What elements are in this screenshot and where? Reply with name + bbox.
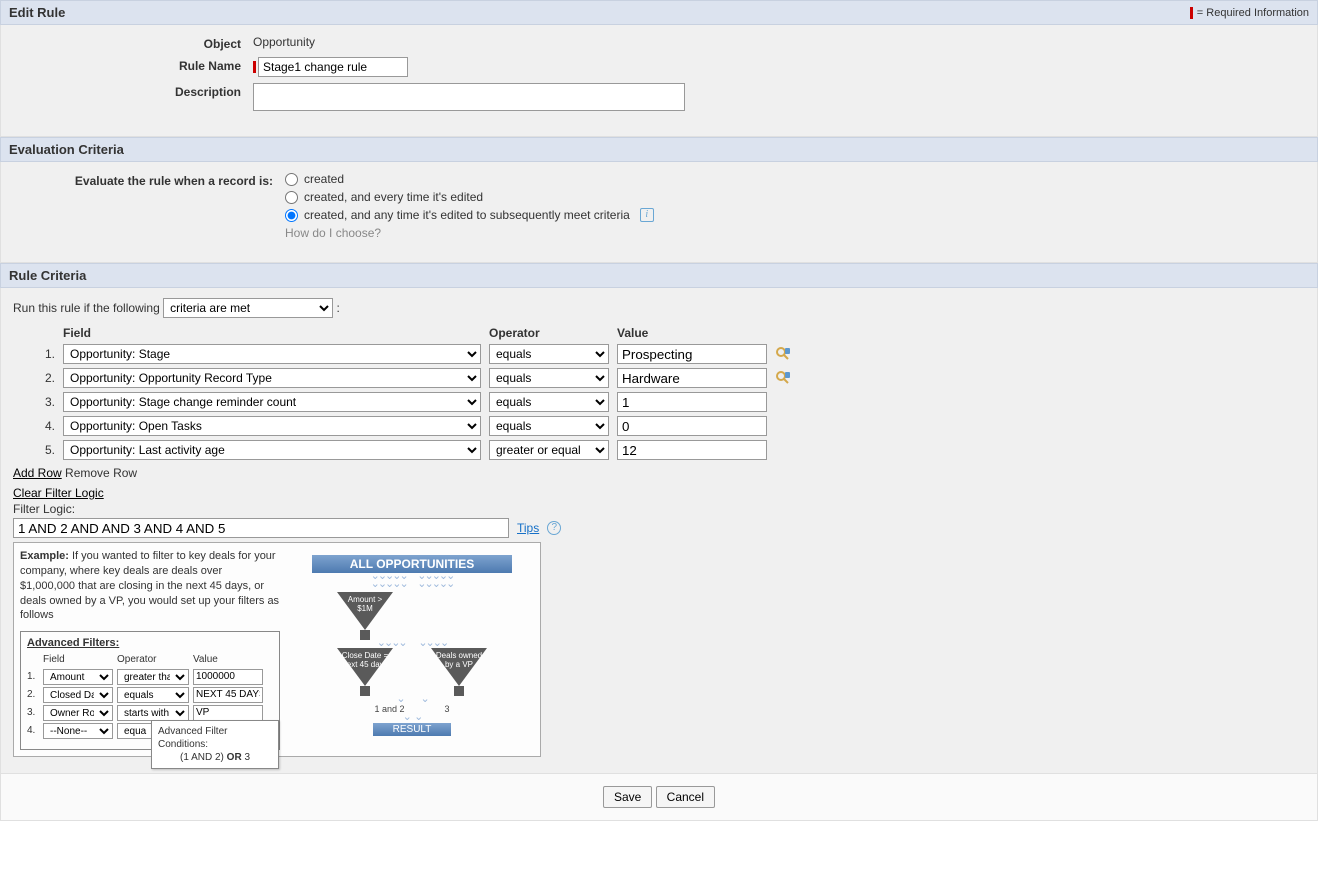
criteria-row: 2. Opportunity: Opportunity Record Type eq… xyxy=(37,368,1305,388)
tooltip-box: Advanced Filter Conditions: (1 AND 2) OR… xyxy=(151,720,279,769)
edit-rule-header: Edit Rule = Required Information xyxy=(0,0,1318,25)
row-number: 3. xyxy=(37,395,55,409)
description-label: Description xyxy=(13,85,253,99)
lookup-icon[interactable] xyxy=(775,346,791,362)
tooltip-title: Advanced Filter Conditions: xyxy=(158,725,272,751)
funnel1-label: Amount > $1M xyxy=(339,596,391,614)
filter-logic-input[interactable] xyxy=(13,518,509,538)
example-heading: Example: xyxy=(20,550,69,562)
required-info: = Required Information xyxy=(1190,7,1309,19)
operator-select[interactable]: equals xyxy=(489,344,609,364)
how-do-i-choose-link[interactable]: How do I choose? xyxy=(285,226,1305,240)
eval-radio-created[interactable] xyxy=(285,173,298,186)
funnel-diagram: ALL OPPORTUNITIES ⌄⌄⌄⌄⌄ ⌄⌄⌄⌄⌄⌄⌄⌄⌄⌄ ⌄⌄⌄⌄⌄… xyxy=(290,549,534,750)
adv-filter-row: 1.Amountgreater than xyxy=(27,669,273,685)
row-number: 2. xyxy=(37,371,55,385)
clear-filter-logic-link[interactable]: Clear Filter Logic xyxy=(13,486,104,500)
criteria-row: 4. Opportunity: Open Tasks equals xyxy=(37,416,1305,436)
arrows-icon: ⌄ ⌄ xyxy=(396,696,427,704)
operator-select[interactable]: equals xyxy=(489,392,609,412)
object-label: Object xyxy=(13,37,253,51)
eval-option-2: created, and any time it's edited to sub… xyxy=(304,208,630,222)
adv-filter-row: 2.Closed Dateequals xyxy=(27,687,273,703)
object-value: Opportunity xyxy=(253,35,1305,49)
col-field-header: Field xyxy=(63,326,481,340)
adv-op-select: equals xyxy=(117,687,189,703)
eval-radio-created-edited[interactable] xyxy=(285,191,298,204)
field-select[interactable]: Opportunity: Last activity age xyxy=(63,440,481,460)
criteria-mode-select[interactable]: criteria are met xyxy=(163,298,333,318)
rule-criteria-body: Run this rule if the following criteria … xyxy=(0,288,1318,774)
save-button[interactable]: Save xyxy=(603,786,652,808)
arrows-icon: ⌄⌄⌄⌄ ⌄⌄⌄⌄ xyxy=(377,640,447,648)
value-input[interactable] xyxy=(617,440,767,460)
criteria-row: 1. Opportunity: Stage equals xyxy=(37,344,1305,364)
adv-value-input xyxy=(193,669,263,685)
evaluate-prompt: Evaluate the rule when a record is: xyxy=(13,174,285,188)
evaluation-criteria-header: Evaluation Criteria xyxy=(0,137,1318,162)
row-number: 5. xyxy=(37,443,55,457)
funnel2-label: Close Date = next 45 days xyxy=(339,652,391,670)
field-select[interactable]: Opportunity: Stage change reminder count xyxy=(63,392,481,412)
adv-field-select: Amount xyxy=(43,669,113,685)
eval-option-1: created, and every time it's edited xyxy=(304,190,483,204)
info-icon[interactable]: i xyxy=(640,208,654,222)
edit-rule-title: Edit Rule xyxy=(9,5,65,20)
evaluation-criteria-body: Evaluate the rule when a record is: crea… xyxy=(0,162,1318,263)
value-input[interactable] xyxy=(617,368,767,388)
eval-option-0: created xyxy=(304,172,344,186)
col-value-header: Value xyxy=(617,326,767,340)
adv-field-select: Closed Date xyxy=(43,687,113,703)
adv-op-select: starts with xyxy=(117,705,189,721)
lookup-icon[interactable] xyxy=(775,370,791,386)
adv-field-select: Owner Role xyxy=(43,705,113,721)
description-textarea[interactable] xyxy=(253,83,685,111)
rule-criteria-header: Rule Criteria xyxy=(0,263,1318,288)
operator-select[interactable]: greater or equal xyxy=(489,440,609,460)
criteria-row: 3. Opportunity: Stage change reminder cou… xyxy=(37,392,1305,412)
criteria-table: Field Operator Value 1. Opportunity: Stag… xyxy=(37,326,1305,460)
arrows-icon: ⌄⌄⌄⌄⌄ ⌄⌄⌄⌄⌄⌄⌄⌄⌄⌄ ⌄⌄⌄⌄⌄ xyxy=(371,573,454,588)
remove-row-link[interactable]: Remove Row xyxy=(65,466,137,480)
advanced-filters-box: Advanced Filters: Field Operator Value 1… xyxy=(20,631,280,749)
adv-field-select: --None-- xyxy=(43,723,113,739)
field-select[interactable]: Opportunity: Opportunity Record Type xyxy=(63,368,481,388)
adv-op-select: greater than xyxy=(117,669,189,685)
criteria-row: 5. Opportunity: Last activity age greater … xyxy=(37,440,1305,460)
rule-name-label: Rule Name xyxy=(13,59,253,73)
adv-filter-row: 3.Owner Rolestarts with xyxy=(27,705,273,721)
edit-rule-body: Object Opportunity Rule Name Description xyxy=(0,25,1318,137)
row-number: 1. xyxy=(37,347,55,361)
adv-title: Advanced Filters: xyxy=(27,636,273,651)
rule-name-input[interactable] xyxy=(258,57,408,77)
field-select[interactable]: Opportunity: Open Tasks xyxy=(63,416,481,436)
add-row-link[interactable]: Add Row xyxy=(13,466,62,480)
col-operator-header: Operator xyxy=(489,326,609,340)
required-bar-icon xyxy=(1190,7,1193,19)
operator-select[interactable]: equals xyxy=(489,368,609,388)
adv-value-input xyxy=(193,705,263,721)
value-input[interactable] xyxy=(617,392,767,412)
tips-link[interactable]: Tips xyxy=(517,521,539,535)
button-bar: Save Cancel xyxy=(0,774,1318,821)
required-bar-icon xyxy=(253,61,256,73)
value-input[interactable] xyxy=(617,344,767,364)
row-number: 4. xyxy=(37,419,55,433)
caption-3: 3 xyxy=(445,704,450,714)
cancel-button[interactable]: Cancel xyxy=(656,786,715,808)
value-input[interactable] xyxy=(617,416,767,436)
example-box: Example: If you wanted to filter to key … xyxy=(13,542,541,757)
operator-select[interactable]: equals xyxy=(489,416,609,436)
diagram-result: RESULT xyxy=(373,723,452,736)
help-icon[interactable]: ? xyxy=(547,521,561,535)
field-select[interactable]: Opportunity: Stage xyxy=(63,344,481,364)
funnel3-label: Deals owned by a VP xyxy=(433,652,485,670)
caption-1and2: 1 and 2 xyxy=(374,704,404,714)
adv-value-input xyxy=(193,687,263,703)
arrows-icon: ⌄ ⌄ xyxy=(403,714,422,722)
run-rule-prompt: Run this rule if the following xyxy=(13,301,160,315)
eval-radio-created-meets-criteria[interactable] xyxy=(285,209,298,222)
filter-logic-label: Filter Logic: xyxy=(13,502,1305,516)
